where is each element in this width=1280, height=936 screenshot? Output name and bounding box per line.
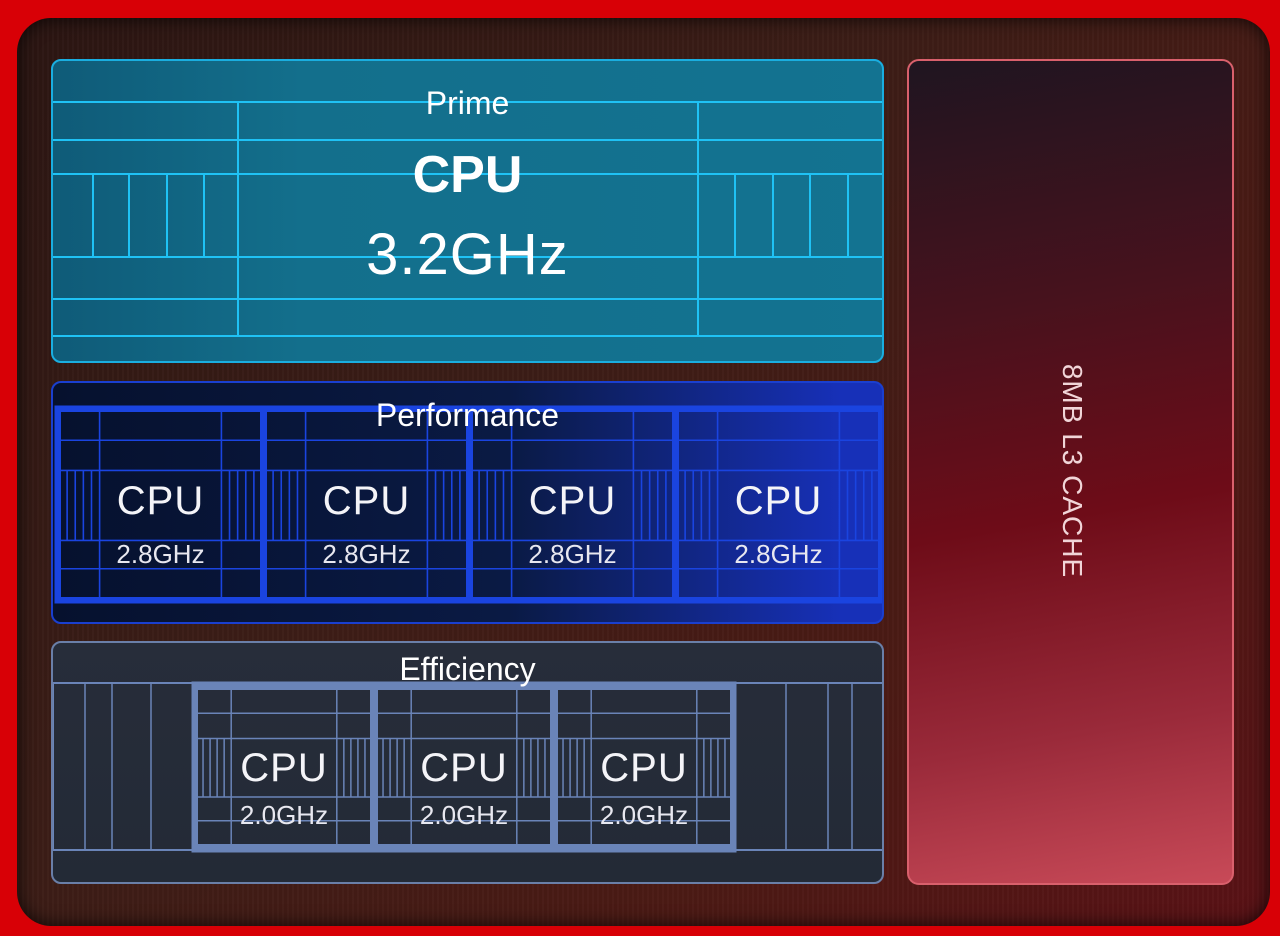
efficiency-cluster: Efficiency CPU 2.0GHz CPU 2.0GHz CPU 2.0GHz (51, 641, 884, 884)
l3-cache-block: 8MB L3 CACHE (907, 59, 1234, 885)
performance-cluster: Performance CPU 2.8GHz CPU 2.8GHz CPU 2.8GHz C… (51, 381, 884, 624)
efficiency-core-2-label: CPU (420, 746, 508, 790)
efficiency-cluster-title: Efficiency (399, 651, 536, 687)
prime-core-frequency: 3.2GHz (366, 222, 569, 287)
performance-cluster-title: Performance (375, 397, 560, 433)
efficiency-core-3-frequency: 2.0GHz (599, 800, 689, 830)
efficiency-core-2-frequency: 2.0GHz (419, 800, 509, 830)
performance-core-4-frequency: 2.8GHz (734, 539, 823, 569)
performance-core-2-label: CPU (322, 479, 411, 523)
prime-cluster-title: Prime (425, 85, 510, 121)
efficiency-core-3-label: CPU (600, 746, 688, 790)
prime-core-label: CPU (412, 146, 523, 204)
prime-cluster: Prime CPU 3.2GHz (51, 59, 884, 363)
performance-core-1-label: CPU (116, 479, 205, 523)
l3-cache-label: 8MB L3 CACHE (1057, 363, 1088, 579)
performance-core-2-frequency: 2.8GHz (322, 539, 411, 569)
performance-core-4-label: CPU (734, 479, 823, 523)
efficiency-core-1-frequency: 2.0GHz (239, 800, 329, 830)
performance-core-3-label: CPU (528, 479, 617, 523)
performance-core-1-frequency: 2.8GHz (116, 539, 205, 569)
performance-core-3-frequency: 2.8GHz (528, 539, 617, 569)
efficiency-core-1-label: CPU (240, 746, 328, 790)
